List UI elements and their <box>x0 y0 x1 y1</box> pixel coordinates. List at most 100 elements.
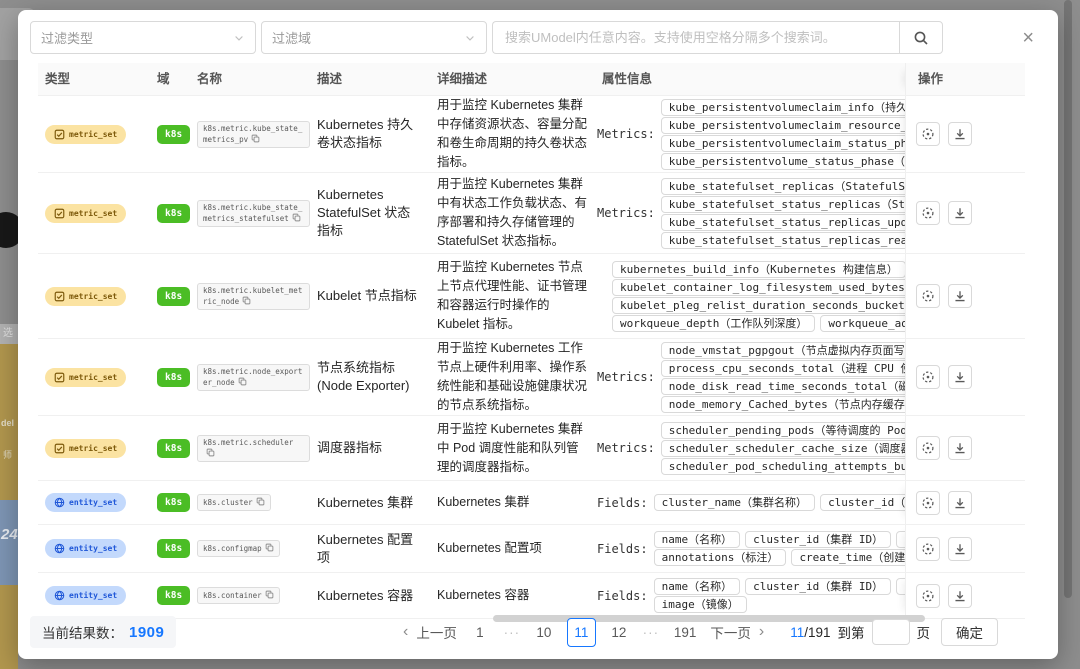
locate-icon <box>921 370 935 384</box>
type-badge: entity_set <box>45 493 126 512</box>
download-button[interactable] <box>948 122 972 146</box>
model-id-tag[interactable]: k8s.configmap <box>197 540 280 557</box>
copy-icon[interactable] <box>265 543 274 552</box>
locate-button[interactable] <box>916 436 940 460</box>
detail-text: 用于监控 Kubernetes 集群中有状态工作负载状态、有序部署和持久存储管理… <box>437 175 595 251</box>
attribute-tag: name（名称） <box>654 578 741 595</box>
page-ellipsis: ··· <box>642 625 660 640</box>
detail-text: Kubernetes 容器 <box>437 586 537 605</box>
description-cell: Kubelet 节点指标 <box>310 254 430 338</box>
page-jump-input[interactable] <box>872 619 910 645</box>
copy-icon[interactable] <box>251 134 260 143</box>
check-square-icon <box>54 372 65 383</box>
copy-icon[interactable] <box>256 497 265 506</box>
page-number-button[interactable]: 12 <box>610 625 628 640</box>
locate-button[interactable] <box>916 537 940 561</box>
copy-icon[interactable] <box>265 590 274 599</box>
locate-button[interactable] <box>916 122 940 146</box>
prev-page-button[interactable]: ‹ 上一页 <box>403 622 457 642</box>
model-id-tag[interactable]: k8s.metric.kubelet_metric_node <box>197 283 310 310</box>
type-cell: entity_set <box>38 573 150 618</box>
download-button[interactable] <box>948 284 972 308</box>
attribute-tag-line: name（名称）cluster_id（集群 ID）namespace（命名空间） <box>654 531 905 548</box>
download-button[interactable] <box>948 537 972 561</box>
download-button[interactable] <box>948 201 972 225</box>
locate-icon <box>921 206 935 220</box>
description-cell: Kubernetes 容器 <box>310 573 430 618</box>
attribute-tag-lines: scheduler_pending_pods（等待调度的 Pod 数量）sche… <box>661 421 905 476</box>
operation-cell <box>905 173 1005 253</box>
attributes-cell: Fields:name（名称）cluster_id（集群 ID）namespac… <box>595 525 905 572</box>
close-icon[interactable]: × <box>1022 28 1034 48</box>
next-page-button[interactable]: 下一页› <box>710 622 764 642</box>
page-number-button[interactable]: 1 <box>471 625 489 640</box>
attribute-tag: process_cpu_seconds_total（进程 CPU 使用时间总计） <box>661 360 905 377</box>
filter-domain-select[interactable]: 过滤域 <box>261 21 487 54</box>
attribute-tag: kube_statefulset_replicas（StatefulSet 副本… <box>661 178 905 195</box>
background-scrollbar[interactable] <box>1064 0 1072 598</box>
attribute-tag: kubelet_pleg_relist_duration_seconds_buc… <box>612 297 905 314</box>
detail-cell: Kubernetes 容器 <box>430 573 595 618</box>
model-id-tag[interactable]: k8s.metric.node_exporter_node <box>197 364 310 391</box>
attribute-tag-line: scheduler_pod_scheduling_attempts_bucket… <box>661 458 905 475</box>
detail-cell: 用于监控 Kubernetes 节点上节点代理性能、证书管理和容器运行时操作的 … <box>430 254 595 338</box>
domain-cell: k8s <box>150 254 190 338</box>
table-row: entity_setk8sk8s.clusterKubernetes 集群Kub… <box>38 481 1025 525</box>
prev-page-label: 上一页 <box>416 622 457 642</box>
attribute-type-label: Metrics: <box>597 441 655 455</box>
domain-badge: k8s <box>157 204 190 223</box>
type-badge-label: metric_set <box>69 292 117 301</box>
page-number-button[interactable]: 191 <box>674 625 697 640</box>
download-icon <box>953 589 967 603</box>
copy-icon[interactable] <box>242 296 251 305</box>
globe-icon <box>54 543 65 554</box>
model-id-tag[interactable]: k8s.cluster <box>197 494 271 511</box>
model-id-text: k8s.container <box>203 591 262 600</box>
locate-button[interactable] <box>916 284 940 308</box>
result-count-label: 当前结果数： <box>42 622 123 642</box>
pager: ‹上一页1···101112···191下一页› <box>403 618 764 647</box>
name-cell: k8s.metric.scheduler <box>190 416 310 480</box>
table-row: metric_setk8sk8s.metric.scheduler调度器指标用于… <box>38 416 1025 481</box>
model-id-tag[interactable]: k8s.metric.kube_state_metrics_pv <box>197 121 310 148</box>
filter-type-select[interactable]: 过滤类型 <box>30 21 256 54</box>
page-number-button[interactable]: 11 <box>567 618 596 647</box>
attribute-tag-line: kubernetes_build_info（Kubernetes 构建信息）up… <box>612 261 905 278</box>
download-icon <box>953 206 967 220</box>
attribute-tag: name（名称） <box>654 531 741 548</box>
model-id-tag[interactable]: k8s.metric.scheduler <box>197 435 310 462</box>
locate-button[interactable] <box>916 491 940 515</box>
copy-icon[interactable] <box>238 377 247 386</box>
download-button[interactable] <box>948 491 972 515</box>
download-icon <box>953 289 967 303</box>
download-button[interactable] <box>948 436 972 460</box>
attribute-tag-line: image（镜像） <box>654 596 905 613</box>
model-id-tag[interactable]: k8s.metric.kube_state_metrics_statefulse… <box>197 200 310 227</box>
attribute-tag-line: kube_statefulset_replicas（StatefulSet 副本… <box>661 178 905 195</box>
download-button[interactable] <box>948 365 972 389</box>
locate-button[interactable] <box>916 201 940 225</box>
locate-button[interactable] <box>916 365 940 389</box>
detail-cell: 用于监控 Kubernetes 工作节点上硬件利用率、操作系统性能和基础设施健康… <box>430 339 595 415</box>
detail-cell: Kubernetes 配置项 <box>430 525 595 572</box>
domain-cell: k8s <box>150 481 190 524</box>
description-text: 节点系统指标 (Node Exporter) <box>317 359 430 395</box>
attributes-cell: Metrics: scheduler_pending_pods（等待调度的 Pod… <box>595 416 905 480</box>
description-cell: Kubernetes StatefulSet 状态指标 <box>310 173 430 253</box>
attribute-tag: cluster_id（集群 ID） <box>745 531 891 548</box>
locate-icon <box>921 589 935 603</box>
search-input[interactable] <box>492 21 899 54</box>
copy-icon[interactable] <box>206 448 215 457</box>
locate-button[interactable] <box>916 584 940 608</box>
download-button[interactable] <box>948 584 972 608</box>
attribute-tag: kube_persistentvolumeclaim_info（持久卷声明信息） <box>661 99 905 116</box>
search-button[interactable] <box>899 21 943 54</box>
confirm-button[interactable]: 确定 <box>941 618 998 646</box>
model-id-tag[interactable]: k8s.container <box>197 587 280 604</box>
detail-text: 用于监控 Kubernetes 工作节点上硬件利用率、操作系统性能和基础设施健康… <box>437 339 595 415</box>
attribute-tag-line: annotations（标注）create_time（创建时间） <box>654 549 905 566</box>
chevron-left-icon: ‹ <box>403 624 408 640</box>
attribute-tag: node_disk_read_time_seconds_total（磁盘读取时间… <box>661 378 905 395</box>
page-number-button[interactable]: 10 <box>535 625 553 640</box>
copy-icon[interactable] <box>292 213 301 222</box>
